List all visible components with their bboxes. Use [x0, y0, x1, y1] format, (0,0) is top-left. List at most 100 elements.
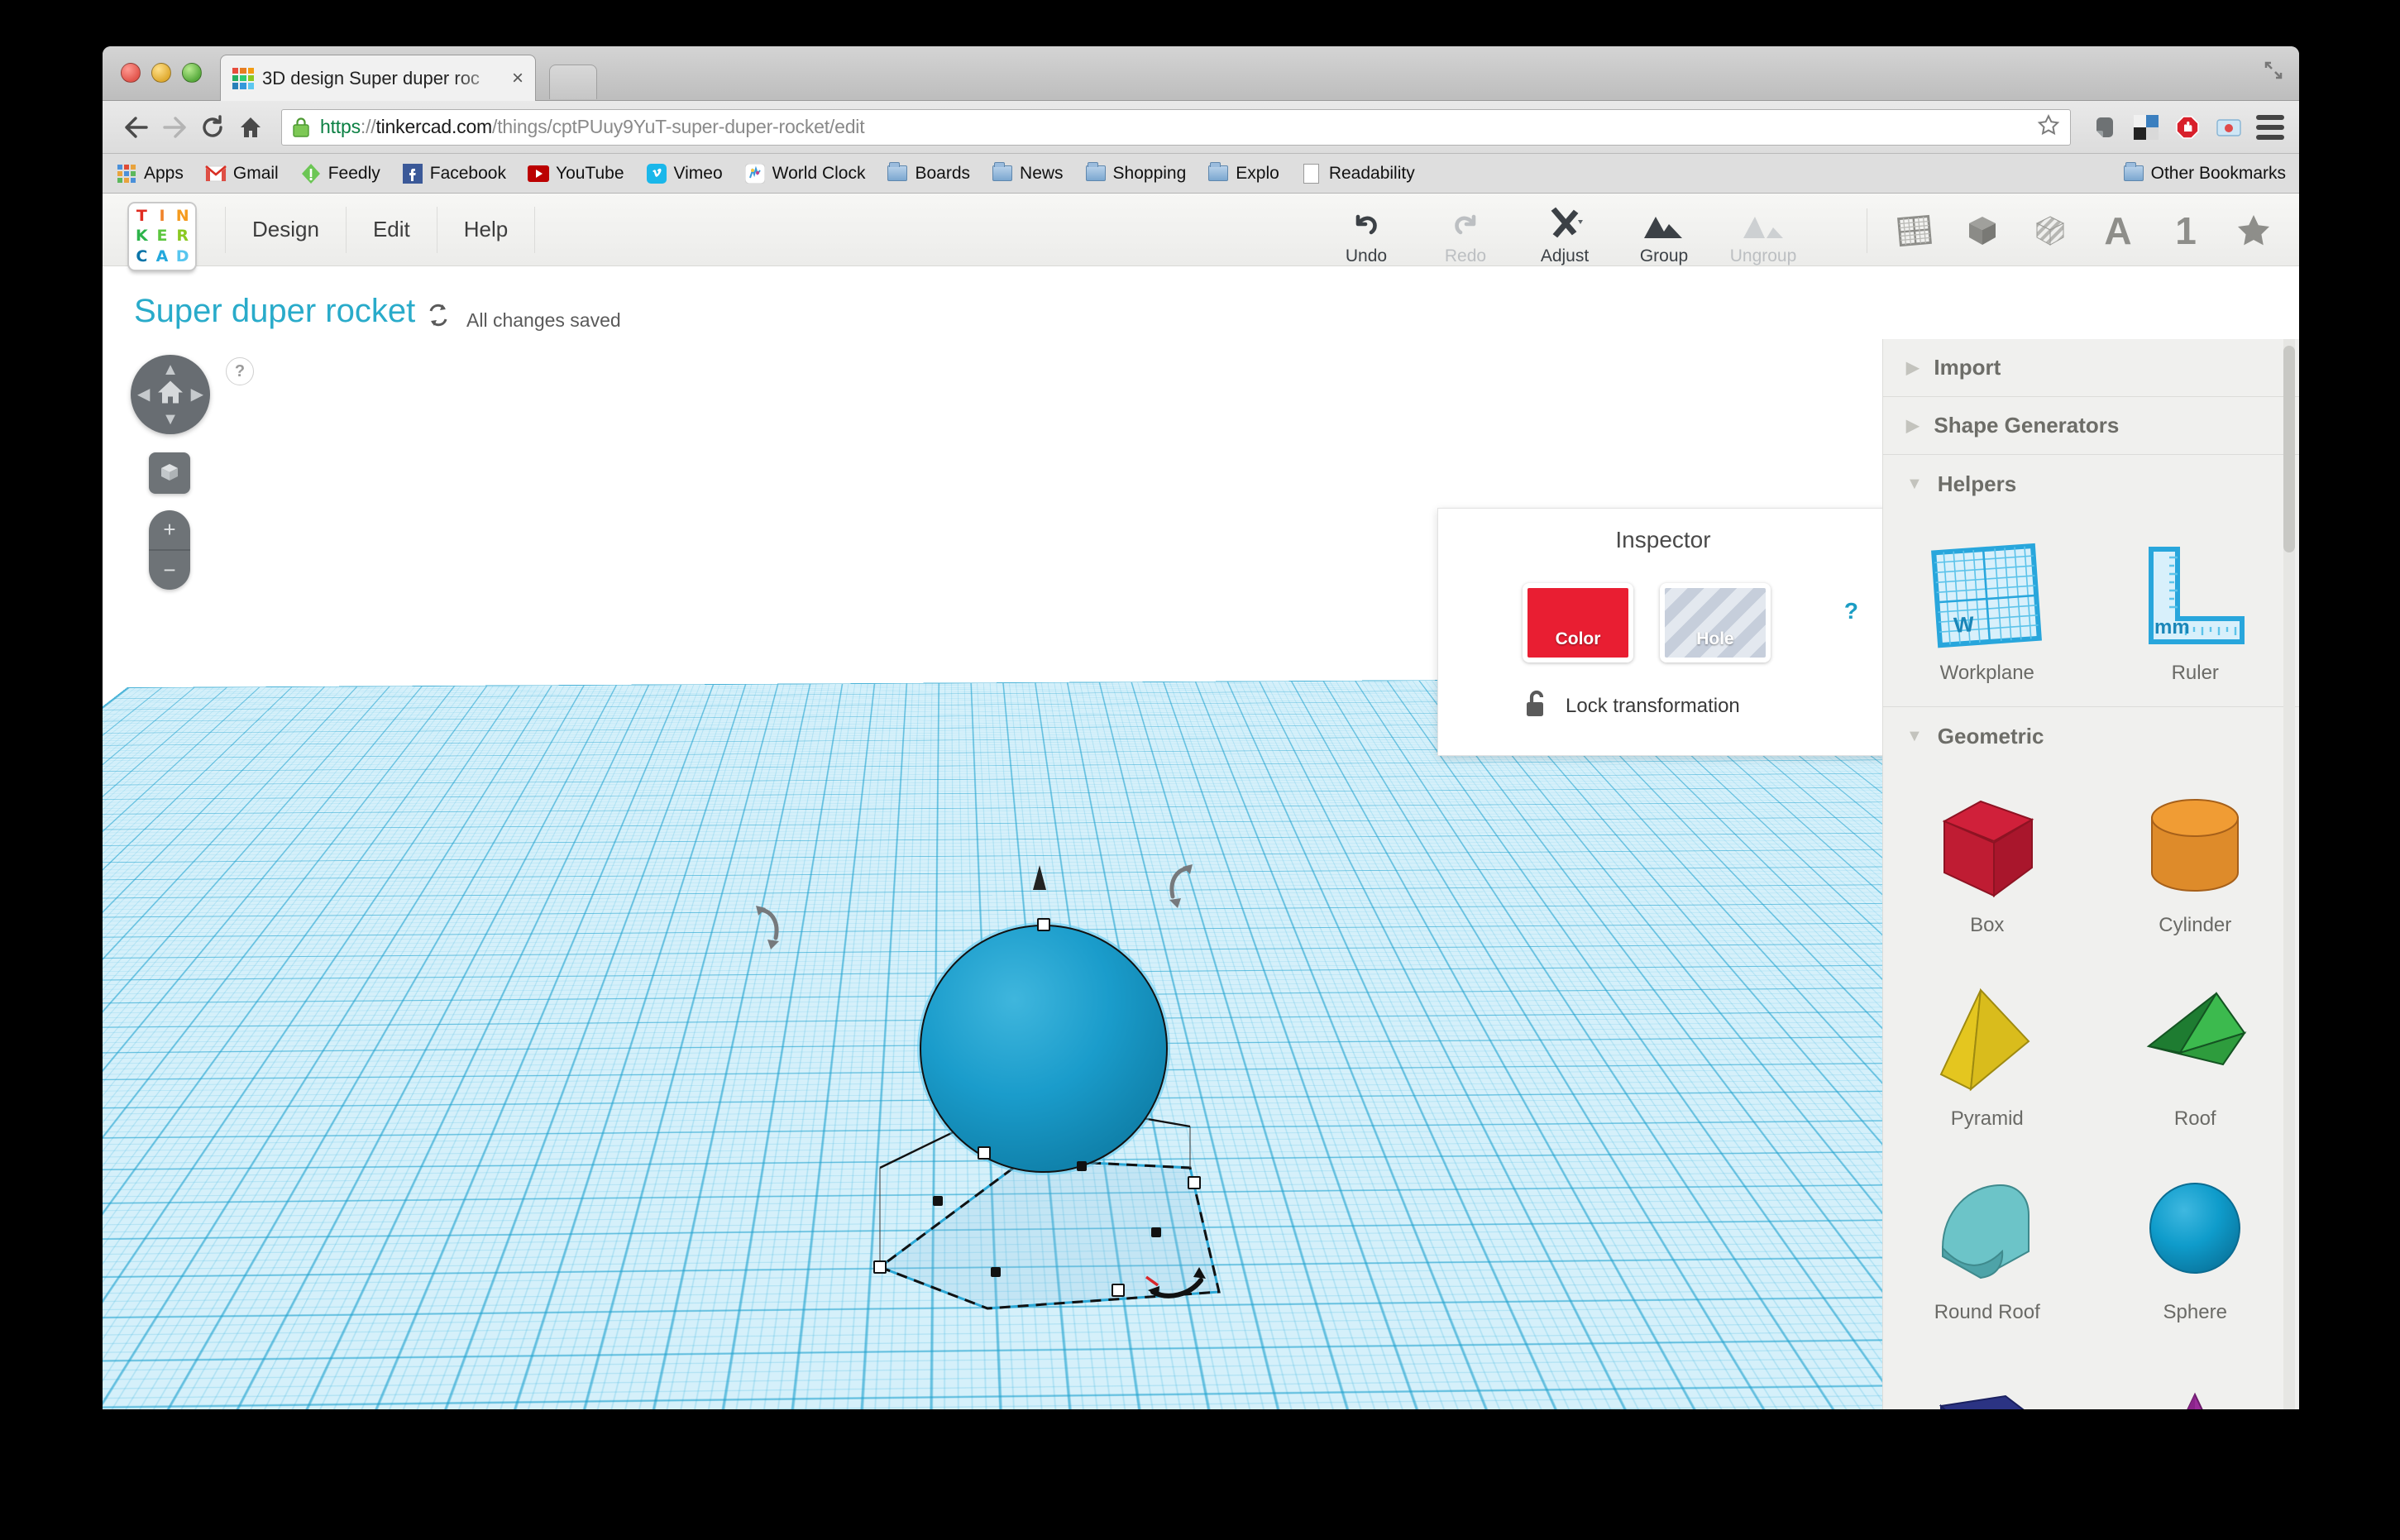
- selected-object-group[interactable]: [830, 920, 1260, 1317]
- edge-handle-left[interactable]: [933, 1196, 943, 1206]
- view-nav-pad[interactable]: ▲ ▼ ◀ ▶: [131, 355, 210, 434]
- library-section-shape-generators[interactable]: ▶ Shape Generators: [1883, 397, 2299, 455]
- library-section-helpers[interactable]: ▼ Helpers: [1883, 455, 2299, 513]
- url-text: https://tinkercad.com/things/cptPUuy9YuT…: [320, 116, 864, 138]
- nav-down-arrow-icon[interactable]: ▼: [162, 411, 179, 428]
- zoom-controls[interactable]: + −: [149, 510, 190, 590]
- bookmark-shopping[interactable]: Shopping: [1085, 163, 1187, 184]
- nav-left-arrow-icon[interactable]: ◀: [137, 386, 150, 403]
- evernote-extension-icon[interactable]: [2091, 113, 2119, 141]
- rotate-arrow-icon[interactable]: [1145, 1259, 1211, 1310]
- bookmark-vimeo[interactable]: Vimeo: [646, 163, 723, 184]
- back-arrow-icon[interactable]: [117, 108, 155, 146]
- nav-right-arrow-icon[interactable]: ▶: [191, 386, 203, 403]
- rotate-arrow-icon[interactable]: [1153, 862, 1201, 921]
- height-arrow-icon[interactable]: [1029, 863, 1050, 907]
- gmail-icon: [205, 163, 227, 184]
- bookmark-gmail[interactable]: Gmail: [205, 163, 279, 184]
- text-letter-a-icon[interactable]: A: [2096, 208, 2140, 253]
- menu-design[interactable]: Design: [225, 207, 347, 253]
- design-canvas-area[interactable]: Super duper rocket All changes saved ▲ ▼…: [103, 266, 2299, 1409]
- address-bar[interactable]: https://tinkercad.com/things/cptPUuy9YuT…: [281, 109, 2071, 146]
- adjust-button[interactable]: Adjust: [1515, 200, 1614, 266]
- new-tab-button[interactable]: [549, 65, 597, 99]
- scale-handle-top[interactable]: [1037, 918, 1050, 931]
- library-item-workplane[interactable]: W Workplane: [1883, 526, 2092, 700]
- hamburger-menu-icon[interactable]: [2256, 115, 2284, 140]
- star-favorites-icon[interactable]: [2231, 208, 2276, 253]
- library-item-cone[interactable]: [2092, 1359, 2300, 1409]
- fullscreen-icon[interactable]: [2263, 60, 2284, 81]
- bookmark-readability[interactable]: Readability: [1301, 163, 1415, 184]
- bookmark-explo[interactable]: Explo: [1207, 163, 1279, 184]
- scale-handle-corner-front[interactable]: [1112, 1284, 1125, 1297]
- bookmark-youtube[interactable]: YouTube: [528, 163, 624, 184]
- library-section-geometric[interactable]: ▼ Geometric: [1883, 707, 2299, 765]
- maximize-window-button[interactable]: [182, 63, 202, 83]
- library-item-wedge[interactable]: [1883, 1359, 2092, 1409]
- library-geometric-grid-4: [1883, 1346, 2299, 1409]
- color-swatch-button[interactable]: Color: [1523, 583, 1633, 662]
- library-scrollbar-thumb[interactable]: [2283, 346, 2295, 552]
- edge-handle-right[interactable]: [1151, 1227, 1161, 1237]
- other-bookmarks-folder[interactable]: Other Bookmarks: [2123, 163, 2286, 184]
- number-one-icon[interactable]: 1: [2163, 208, 2208, 253]
- library-item-ruler[interactable]: mm Ruler: [2092, 526, 2300, 700]
- minimize-window-button[interactable]: [151, 63, 171, 83]
- scale-handle-mid-right[interactable]: [1188, 1176, 1201, 1189]
- nav-up-arrow-icon[interactable]: ▲: [162, 361, 179, 378]
- edge-handle-front[interactable]: [991, 1267, 1001, 1277]
- lock-transformation-row[interactable]: Lock transformation: [1524, 689, 1740, 723]
- library-item-round-roof[interactable]: Round Roof: [1883, 1165, 2092, 1339]
- library-item-box[interactable]: Box: [1883, 778, 2092, 952]
- library-helpers-grid: W Workplane: [1883, 513, 2299, 707]
- edge-handle-center[interactable]: [1077, 1161, 1087, 1171]
- home-icon[interactable]: [232, 108, 270, 146]
- menu-help[interactable]: Help: [437, 207, 535, 253]
- library-section-import[interactable]: ▶ Import: [1883, 339, 2299, 397]
- library-item-pyramid[interactable]: Pyramid: [1883, 972, 2092, 1145]
- rotate-arrow-icon[interactable]: [749, 903, 794, 963]
- tinkercad-logo[interactable]: T I N K E R C A D: [129, 203, 195, 270]
- scale-handle-corner-left[interactable]: [873, 1260, 887, 1274]
- scale-handle-mid-left[interactable]: [978, 1146, 991, 1160]
- library-geometric-grid-2: Pyramid Roof: [1883, 959, 2299, 1152]
- bookmark-apps[interactable]: Apps: [116, 163, 184, 184]
- design-title[interactable]: Super duper rocket: [134, 293, 415, 330]
- bookmark-feedly[interactable]: Feedly: [300, 163, 380, 184]
- hole-swatch-button[interactable]: Hole: [1660, 583, 1771, 662]
- menu-edit[interactable]: Edit: [347, 207, 437, 253]
- library-item-roof[interactable]: Roof: [2092, 972, 2300, 1145]
- tab-strip: 3D design Super duper roc ×: [103, 46, 2299, 101]
- pocket-extension-icon[interactable]: [2215, 113, 2243, 141]
- shape-library-panel[interactable]: ▶ Import ▶ Shape Generators ▼ Helpers: [1882, 339, 2299, 1409]
- close-tab-icon[interactable]: ×: [512, 69, 524, 88]
- library-item-cylinder[interactable]: Cylinder: [2092, 778, 2300, 952]
- undo-button[interactable]: Undo: [1317, 200, 1416, 266]
- sphere-object[interactable]: [920, 925, 1168, 1173]
- bookmark-world-clock[interactable]: World Clock: [744, 163, 866, 184]
- logo-letter: R: [176, 228, 189, 244]
- group-button[interactable]: Group: [1614, 200, 1714, 266]
- bookmark-news[interactable]: News: [992, 163, 1064, 184]
- reload-icon[interactable]: [194, 108, 232, 146]
- bookmark-star-icon[interactable]: [2037, 113, 2060, 141]
- viewport-help-button[interactable]: ?: [226, 357, 254, 385]
- library-item-sphere[interactable]: Sphere: [2092, 1165, 2300, 1339]
- sync-refresh-icon[interactable]: [425, 301, 452, 336]
- inspector-panel[interactable]: Inspector Color Hole ? Lock transformati…: [1437, 508, 1889, 756]
- bookmark-facebook[interactable]: Facebook: [402, 163, 506, 184]
- inspector-help-button[interactable]: ?: [1844, 598, 1858, 624]
- workplane-grid-icon[interactable]: [1892, 208, 1937, 253]
- hole-cube-icon[interactable]: [2028, 208, 2073, 253]
- browser-tab-active[interactable]: 3D design Super duper roc ×: [220, 55, 536, 101]
- zoom-in-button[interactable]: +: [149, 510, 190, 551]
- zoom-out-button[interactable]: −: [149, 551, 190, 590]
- home-view-icon[interactable]: [155, 379, 185, 411]
- close-window-button[interactable]: [121, 63, 141, 83]
- bookmark-boards[interactable]: Boards: [887, 163, 970, 184]
- fit-view-cube-button[interactable]: [149, 452, 190, 494]
- solid-cube-icon[interactable]: [1960, 208, 2005, 253]
- adblock-extension-icon[interactable]: [2173, 113, 2202, 141]
- screenshot-extension-icon[interactable]: [2132, 113, 2160, 141]
